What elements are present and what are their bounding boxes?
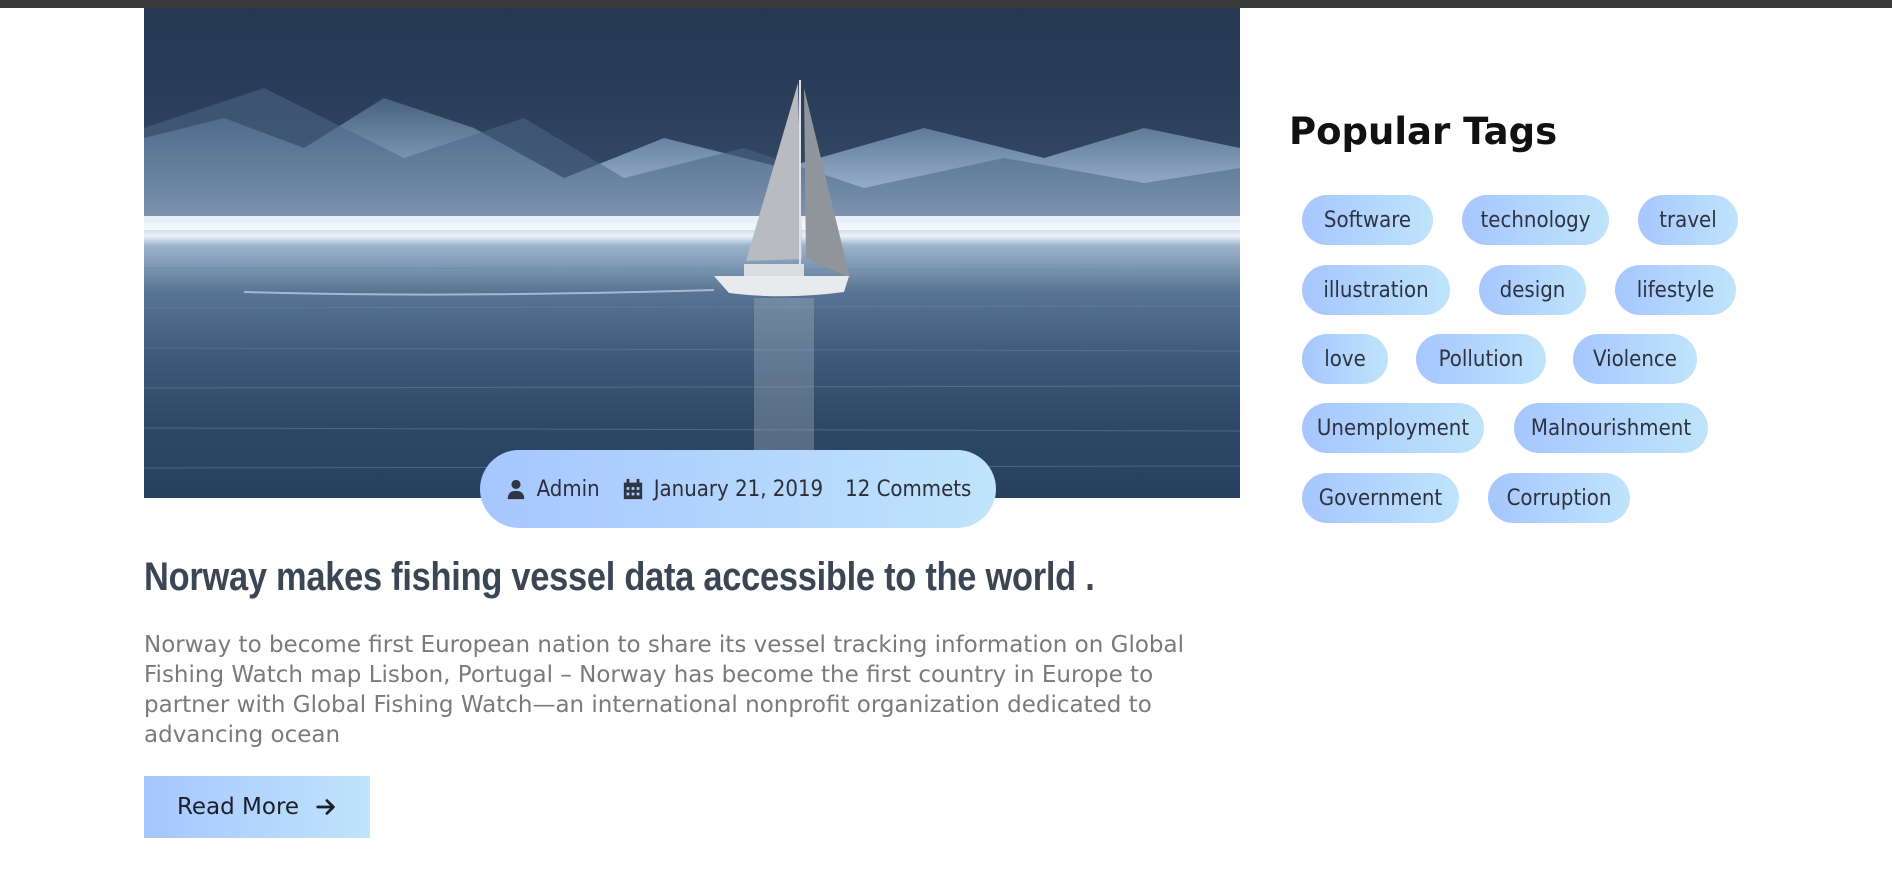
user-icon (507, 479, 524, 500)
post-author[interactable]: Admin (505, 477, 600, 502)
tag-unemployment[interactable]: Unemployment (1302, 403, 1484, 453)
tag-software[interactable]: Software (1302, 195, 1433, 245)
sailboat-image (144, 8, 1240, 469)
post-date: January 21, 2019 (622, 477, 823, 502)
tag-travel[interactable]: travel (1638, 195, 1738, 245)
post-author-name: Admin (536, 476, 600, 502)
post-title[interactable]: Norway makes fishing vessel data accessi… (144, 555, 1095, 600)
tag-lifestyle[interactable]: lifestyle (1615, 265, 1736, 315)
tag-violence[interactable]: Violence (1573, 334, 1697, 384)
tag-design[interactable]: design (1479, 265, 1586, 315)
popular-tags-title: Popular Tags (1289, 110, 1558, 153)
top-bar (0, 0, 1892, 8)
tag-technology[interactable]: technology (1462, 195, 1609, 245)
tag-government[interactable]: Government (1302, 473, 1459, 523)
tag-pollution[interactable]: Pollution (1416, 334, 1546, 384)
post-date-text: January 21, 2019 (653, 476, 824, 502)
tag-illustration[interactable]: illustration (1302, 265, 1450, 315)
tag-love[interactable]: love (1302, 334, 1388, 384)
tag-malnourishment[interactable]: Malnourishment (1514, 403, 1708, 453)
post-excerpt: Norway to become first European nation t… (144, 632, 1184, 748)
post-comments[interactable]: 12 Commets (845, 477, 971, 502)
post-comments-count: 12 Commets (845, 476, 972, 502)
arrow-right-icon (316, 799, 335, 815)
read-more-label: Read More (176, 794, 300, 820)
post-featured-image[interactable] (144, 8, 1240, 498)
read-more-button[interactable]: Read More (144, 776, 370, 838)
post-meta: Admin January 21, 2019 12 Commets (480, 450, 996, 528)
tag-corruption[interactable]: Corruption (1488, 473, 1630, 523)
calendar-icon (623, 478, 642, 500)
